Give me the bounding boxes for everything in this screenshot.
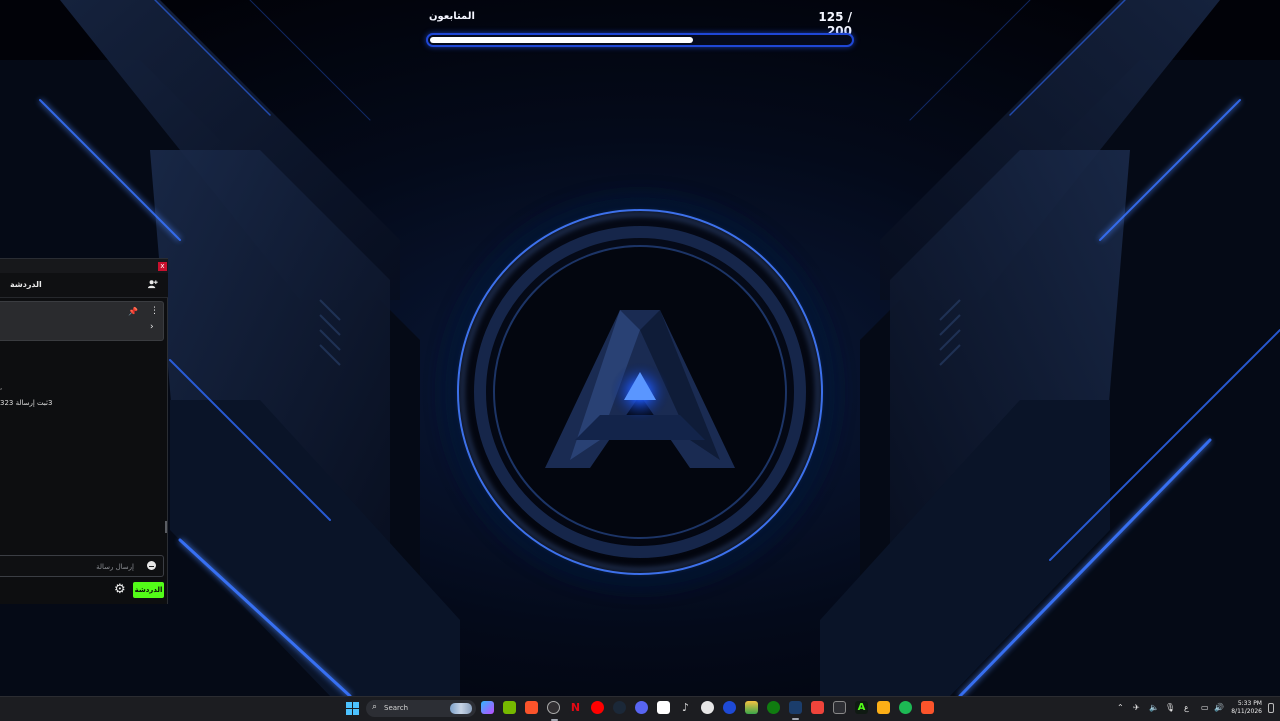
emoji-icon[interactable] — [147, 561, 156, 570]
nvidia-icon[interactable] — [503, 701, 516, 714]
chevron-up-icon[interactable]: ⌃ — [1117, 703, 1124, 712]
chevron-down-icon[interactable]: › — [150, 322, 154, 332]
chat-title: الدردشة — [10, 280, 42, 289]
close-icon[interactable]: x — [158, 262, 167, 271]
discord-icon[interactable] — [635, 701, 648, 714]
chat-input-box[interactable] — [0, 555, 164, 577]
chat-message: , — [0, 383, 3, 391]
more-options-icon[interactable]: ⋮ — [150, 306, 159, 316]
files-icon[interactable] — [745, 701, 758, 714]
notification-icon[interactable] — [1268, 703, 1274, 713]
eset-icon[interactable] — [833, 701, 846, 714]
gear-icon[interactable]: ⚙ — [114, 583, 126, 596]
taskbar-clock[interactable]: 5:33 PM 8/11/2026 — [1228, 700, 1262, 716]
rockstar-icon[interactable] — [877, 701, 890, 714]
calendar-icon[interactable] — [657, 701, 670, 714]
network-tray-icon[interactable]: ✈ — [1133, 703, 1140, 712]
pin-icon[interactable]: 📌 — [128, 307, 138, 316]
ea-icon[interactable] — [723, 701, 736, 714]
steam-icon[interactable] — [613, 701, 626, 714]
taskbar-search[interactable]: ⌕ Search — [366, 700, 476, 717]
spotify-icon[interactable] — [899, 701, 912, 714]
language-indicator[interactable]: ع — [1184, 703, 1189, 712]
volume-icon[interactable]: 🔊 — [1214, 703, 1224, 712]
goal-label: المتابعون — [429, 11, 475, 22]
chat-message-input[interactable] — [4, 559, 136, 575]
brave-icon[interactable] — [525, 701, 538, 714]
chat-header: الدردشة — [0, 273, 168, 298]
monitor-tray-icon[interactable]: ▭ — [1201, 703, 1209, 712]
search-icon: ⌕ — [372, 702, 378, 712]
taskbar: ⌕ Search N ♪ A ⌃ ✈ 🔈 🎙 ع ▭ 🔊 5:33 PM 8/1… — [0, 696, 1280, 721]
logo-a-icon[interactable]: A — [855, 701, 868, 714]
netflix-icon[interactable]: N — [569, 701, 582, 714]
brave-alt-icon[interactable] — [921, 701, 934, 714]
chat-message: 3ثبت إرسالة 323 — [0, 399, 53, 407]
xbox-icon[interactable] — [767, 701, 780, 714]
start-icon[interactable] — [346, 702, 359, 715]
youtube-icon[interactable] — [591, 701, 604, 714]
speaker-tray-icon[interactable]: 🔈 — [1149, 703, 1159, 712]
pinned-message[interactable]: 📌 ⋮ › — [0, 301, 164, 341]
search-label: Search — [384, 704, 409, 712]
goal-progress-bar — [426, 33, 854, 47]
chat-panel: x الدردشة 📌 ⋮ › , 3ثبت إرسالة 323 ⚙ الدر… — [0, 258, 168, 604]
add-user-icon[interactable] — [147, 279, 158, 290]
wallpaper-art — [0, 0, 1280, 696]
search-highlight-art — [450, 703, 472, 714]
desktop-wallpaper: المتابعون 125 / 200 x الدردشة 📌 ⋮ › , 3ث… — [0, 0, 1280, 696]
clock-date: 8/11/2026 — [1231, 708, 1262, 715]
obs-icon[interactable] — [547, 701, 560, 721]
chat-send-button[interactable]: الدردشة — [133, 582, 164, 598]
mic-tray-icon[interactable]: 🎙 — [1165, 703, 1175, 712]
steam-alt-icon[interactable] — [789, 701, 802, 720]
copilot-icon[interactable] — [481, 701, 494, 714]
goal-progress-fill — [430, 37, 693, 43]
github-icon[interactable] — [701, 701, 714, 714]
anydesk-icon[interactable] — [811, 701, 824, 714]
chat-window-bar[interactable]: x — [0, 259, 168, 273]
music-icon[interactable]: ♪ — [679, 701, 692, 714]
chat-scrollbar[interactable] — [165, 521, 167, 533]
clock-time: 5:33 PM — [1237, 700, 1262, 707]
